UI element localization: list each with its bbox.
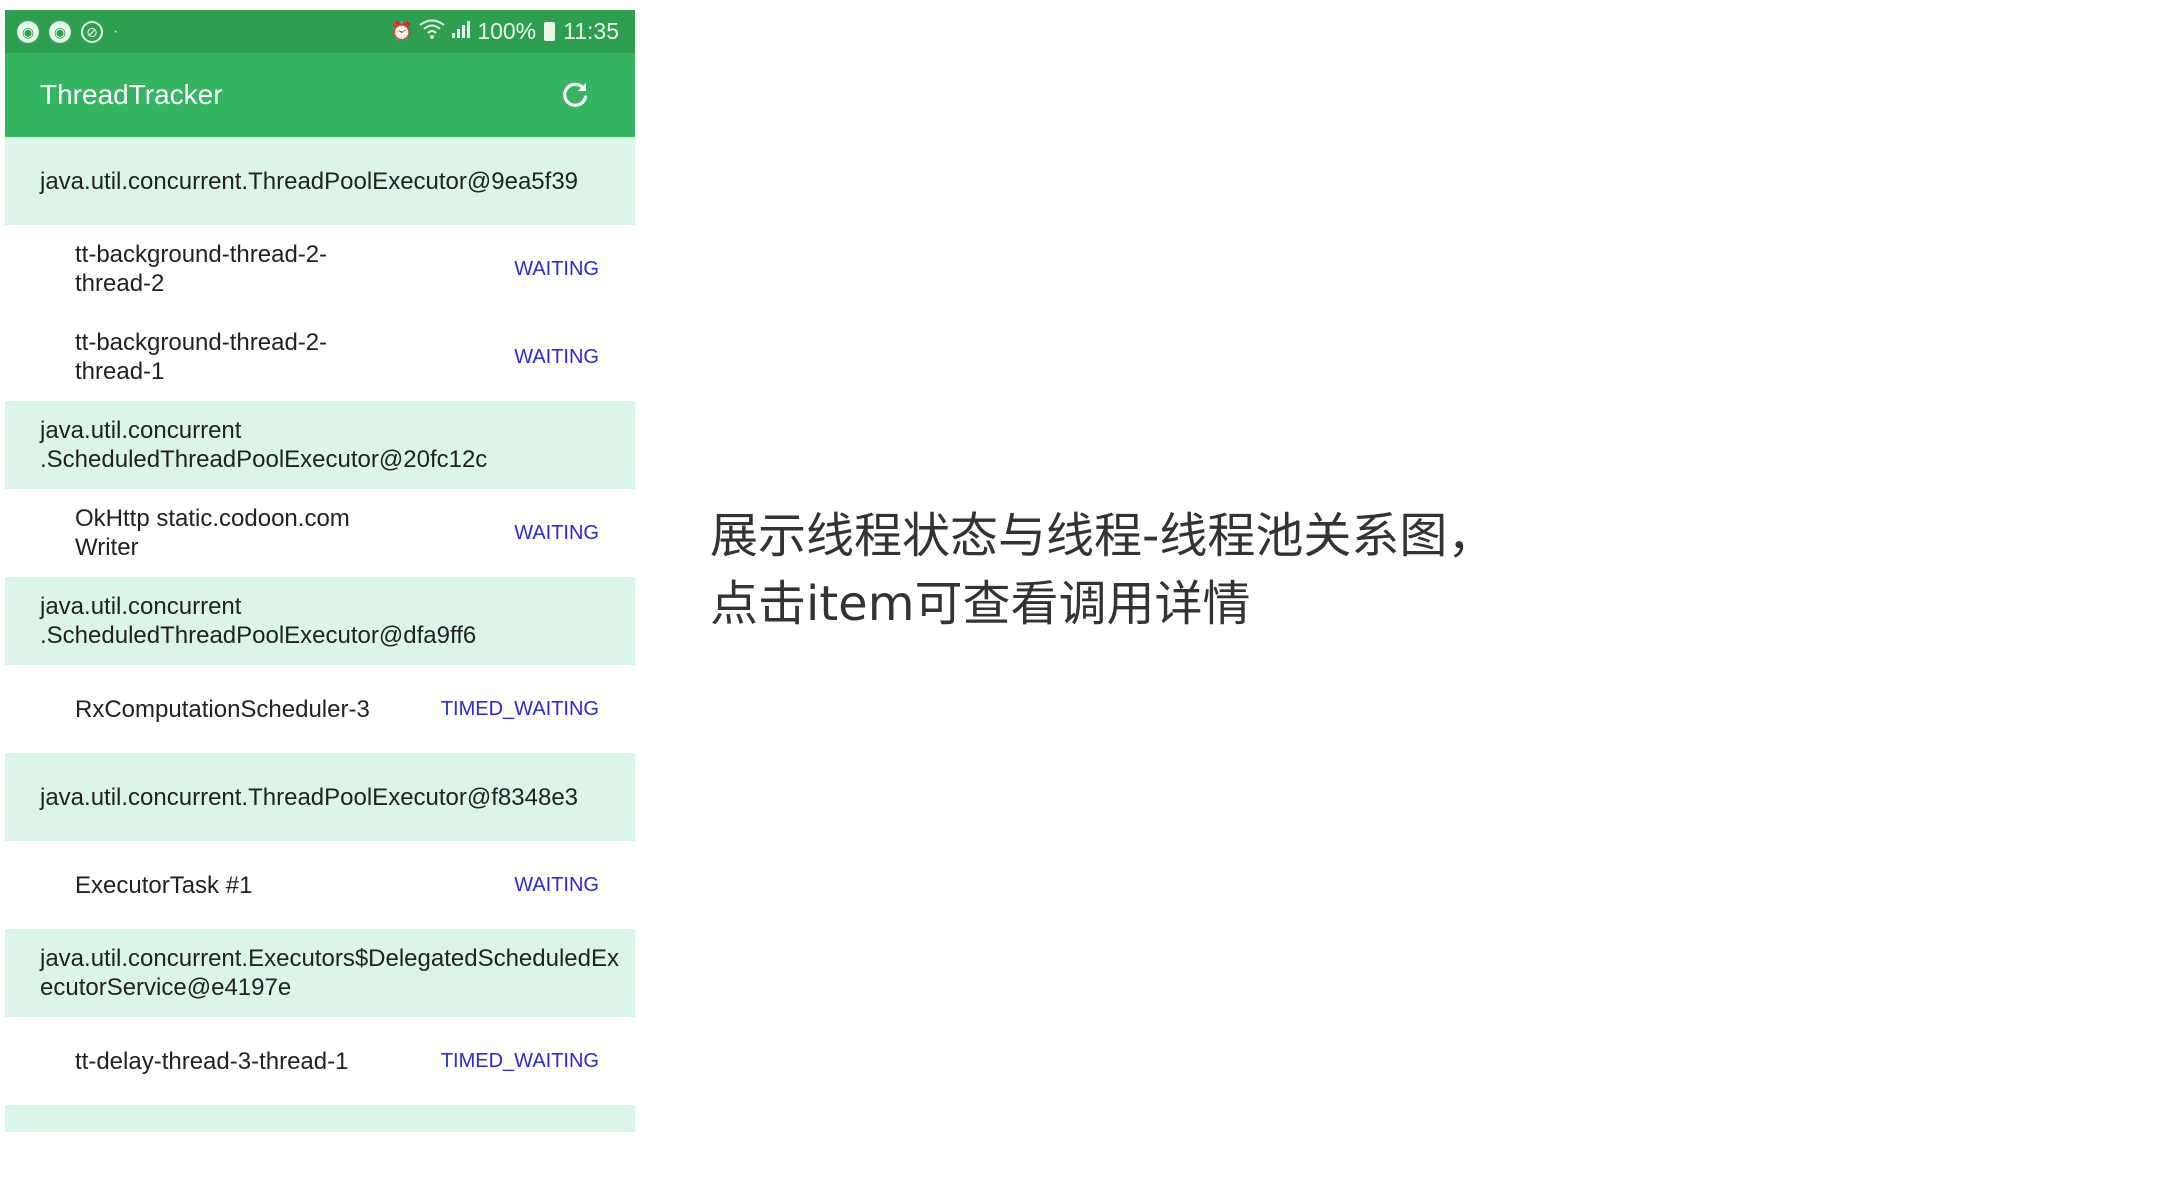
blocked-icon: ⊘ <box>81 20 103 43</box>
thread-state-badge: TIMED_WAITING <box>440 1049 599 1072</box>
thread-pool-row[interactable]: java.util.concurrent .ScheduledThreadPoo… <box>5 401 635 489</box>
thread-row[interactable]: tt-background-thread-2- thread-2 WAITING <box>5 225 635 313</box>
thread-state-badge: WAITING <box>514 345 599 368</box>
thread-pool-name: java.util.concurrent.ThreadPoolExecutor@… <box>40 167 579 195</box>
thread-state-badge: WAITING <box>514 257 599 280</box>
thread-pool-row[interactable]: java.util.concurrent.ThreadPoolExecutor@… <box>5 137 635 225</box>
battery-percent: 100% <box>477 18 537 44</box>
thread-name: RxComputationScheduler-3 <box>75 695 370 723</box>
thread-row[interactable]: RxComputationScheduler-3 TIMED_WAITING <box>5 665 635 753</box>
thread-list[interactable]: java.util.concurrent.ThreadPoolExecutor@… <box>5 137 635 1132</box>
thread-name: tt-delay-thread-3-thread-1 <box>75 1047 349 1075</box>
caption-line-2: 点击item可查看调用详情 <box>710 576 1251 632</box>
status-time: 11:35 <box>563 18 619 44</box>
thread-name: ExecutorTask #1 <box>75 871 253 899</box>
thread-pool-name: java.util.concurrent .ScheduledThreadPoo… <box>40 417 488 473</box>
notification-dot: · <box>113 22 119 40</box>
thread-row[interactable]: tt-background-thread-2- thread-1 WAITING <box>5 313 635 401</box>
thread-pool-name: java.util.concurrent.Executors$Delegated… <box>40 945 620 1001</box>
app-bar: ThreadTracker <box>5 53 635 137</box>
thread-state-badge: WAITING <box>514 521 599 544</box>
app-title: ThreadTracker <box>40 79 223 110</box>
caption-line-1: 展示线程状态与线程-线程池关系图， <box>710 508 1496 564</box>
battery-icon <box>544 22 556 41</box>
thread-pool-row[interactable]: java.util.concurrent.ThreadPoolExecutor@… <box>5 1105 635 1132</box>
alarm-icon: ⏰ <box>390 21 414 41</box>
thread-pool-row[interactable]: java.util.concurrent .ScheduledThreadPoo… <box>5 577 635 665</box>
thread-pool-name: java.util.concurrent .ScheduledThreadPoo… <box>40 593 477 649</box>
wifi-icon <box>419 19 445 44</box>
status-right-icons: ⏰ 100% 11:35 <box>391 18 619 45</box>
thread-state-badge: WAITING <box>514 873 599 896</box>
app-notification-icon: ◉ <box>49 20 71 43</box>
app-notification-icon: ◉ <box>17 20 39 43</box>
refresh-icon <box>563 82 588 107</box>
status-left-icons: ◉ ◉ ⊘ · <box>17 20 119 43</box>
thread-pool-row[interactable]: java.util.concurrent.Executors$Delegated… <box>5 929 635 1017</box>
thread-pool-name: java.util.concurrent.ThreadPoolExecutor@… <box>40 783 579 811</box>
phone-screen: ◉ ◉ ⊘ · ⏰ 100% 11:35 ThreadTracker java.… <box>5 10 635 1132</box>
caption: 展示线程状态与线程-线程池关系图， 点击item可查看调用详情 <box>710 502 1495 638</box>
thread-row[interactable]: ExecutorTask #1 WAITING <box>5 841 635 929</box>
thread-pool-row[interactable]: java.util.concurrent.ThreadPoolExecutor@… <box>5 753 635 841</box>
signal-icon <box>451 20 471 43</box>
status-bar: ◉ ◉ ⊘ · ⏰ 100% 11:35 <box>5 10 635 53</box>
thread-name: tt-background-thread-2- thread-2 <box>75 241 328 297</box>
thread-state-badge: TIMED_WAITING <box>440 697 599 720</box>
thread-row[interactable]: OkHttp static.codoon.com Writer WAITING <box>5 489 635 577</box>
refresh-button[interactable] <box>555 75 595 115</box>
thread-row[interactable]: tt-delay-thread-3-thread-1 TIMED_WAITING <box>5 1017 635 1105</box>
thread-name: tt-background-thread-2- thread-1 <box>75 329 328 385</box>
thread-name: OkHttp static.codoon.com Writer <box>75 505 350 561</box>
